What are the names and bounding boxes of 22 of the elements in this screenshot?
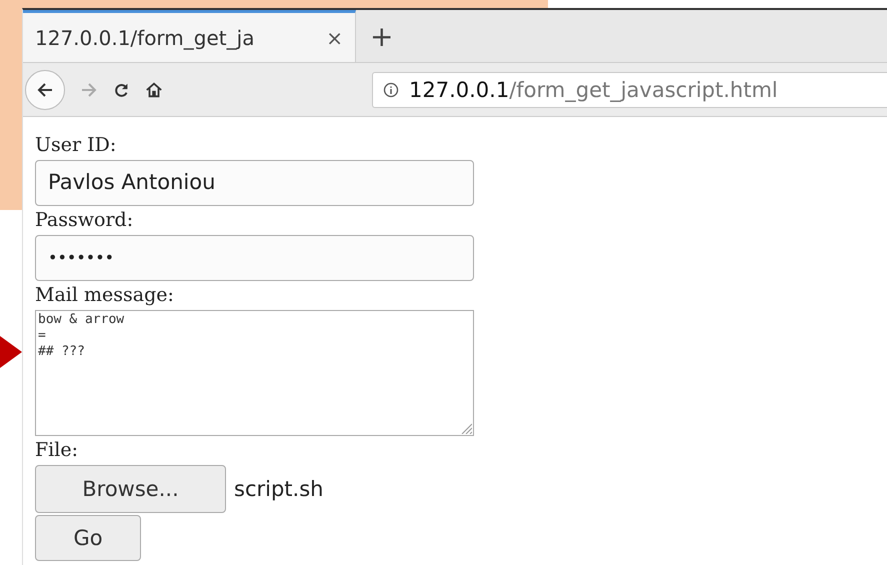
message-textarea[interactable]: bow & arrow = ## ??? <box>35 310 474 436</box>
pointer-arrow-icon <box>0 336 22 368</box>
home-icon[interactable] <box>145 80 163 98</box>
browse-button[interactable]: Browse... <box>35 465 226 513</box>
browser-tab[interactable]: 127.0.0.1/form_get_ja × <box>23 10 356 62</box>
field-label: Mail message: <box>35 283 175 308</box>
resize-grip-icon[interactable] <box>460 422 472 434</box>
info-icon[interactable] <box>383 82 399 98</box>
url-host: 127.0.0.1 <box>409 78 510 102</box>
password-field[interactable]: ••••••• <box>35 235 474 281</box>
field-label: User ID: <box>35 133 118 158</box>
field-label: File: <box>35 438 79 463</box>
file-name: script.sh <box>234 477 324 501</box>
tab-title: 127.0.0.1/form_get_ja <box>35 26 256 50</box>
url-path: /form_get_javascript.html <box>509 78 778 102</box>
back-button[interactable] <box>25 70 65 110</box>
address-field[interactable]: 127.0.0.1/form_get_javascript.html <box>372 72 887 108</box>
field-label: Password: <box>35 208 134 233</box>
new-tab-button[interactable]: + <box>356 20 408 52</box>
go-button[interactable]: Go <box>35 515 141 561</box>
text-field[interactable]: Pavlos Antoniou <box>35 160 474 206</box>
close-icon[interactable]: × <box>326 26 343 50</box>
